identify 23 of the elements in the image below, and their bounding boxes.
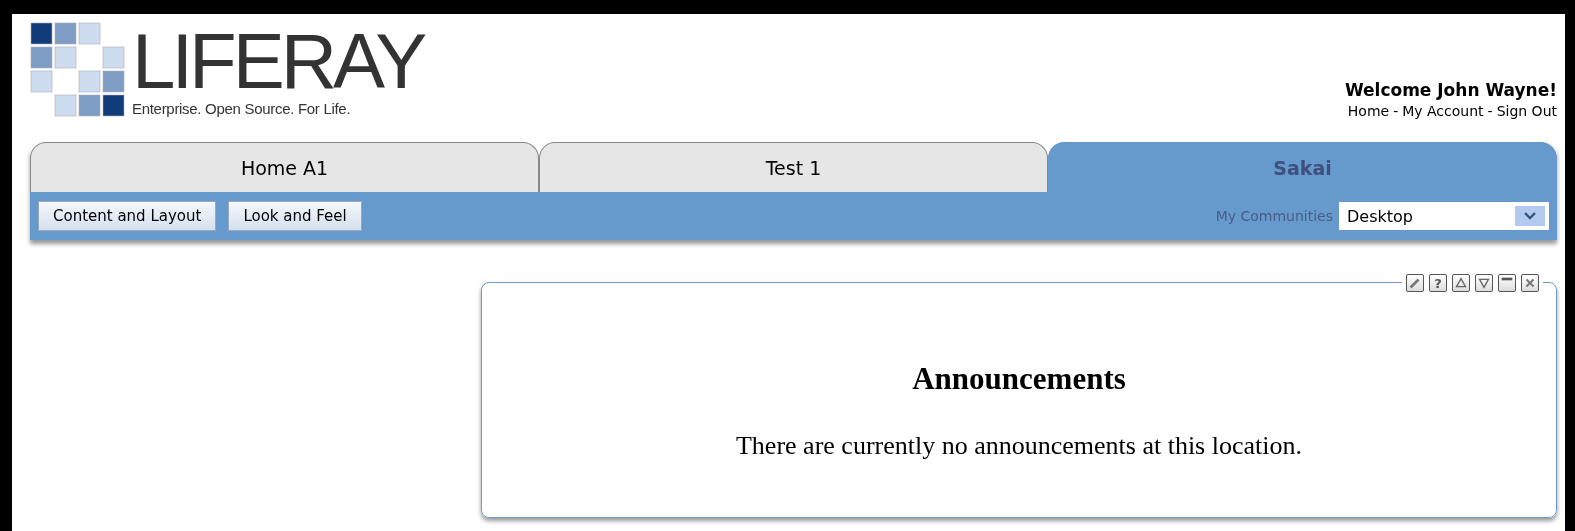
toolbar-button[interactable]: Look and Feel xyxy=(228,201,362,231)
pencil-icon[interactable] xyxy=(1406,274,1424,292)
welcome-message: Welcome John Wayne! xyxy=(1344,80,1557,100)
portlet-title: Announcements xyxy=(911,361,1127,397)
close-icon[interactable] xyxy=(1521,274,1539,292)
link-separator: - xyxy=(1393,103,1399,119)
navigation-tab[interactable]: Test 1 xyxy=(539,142,1048,192)
triangle-up-icon[interactable] xyxy=(1452,274,1470,292)
toolbar-button[interactable]: Content and Layout xyxy=(38,201,217,231)
link-separator: - xyxy=(1487,103,1493,119)
user-link[interactable]: Home xyxy=(1347,103,1390,119)
triangle-down-icon[interactable] xyxy=(1475,274,1493,292)
minimize-icon[interactable] xyxy=(1498,274,1516,292)
logo-squares-icon xyxy=(30,22,126,118)
logo-wordmark: LIFERAY xyxy=(132,26,424,96)
empty-message: There are currently no announcements at this location. xyxy=(735,431,1303,461)
user-link[interactable]: My Account xyxy=(1402,103,1484,119)
communities-label: My Communities xyxy=(1215,208,1333,224)
help-icon[interactable]: ? xyxy=(1429,274,1447,292)
navigation-tab[interactable]: Home A1 xyxy=(30,142,539,192)
communities-dropdown[interactable]: Desktop xyxy=(1339,202,1549,230)
logo-tagline: Enterprise. Open Source. For Life. xyxy=(132,100,352,117)
user-link[interactable]: Sign Out xyxy=(1496,103,1557,119)
